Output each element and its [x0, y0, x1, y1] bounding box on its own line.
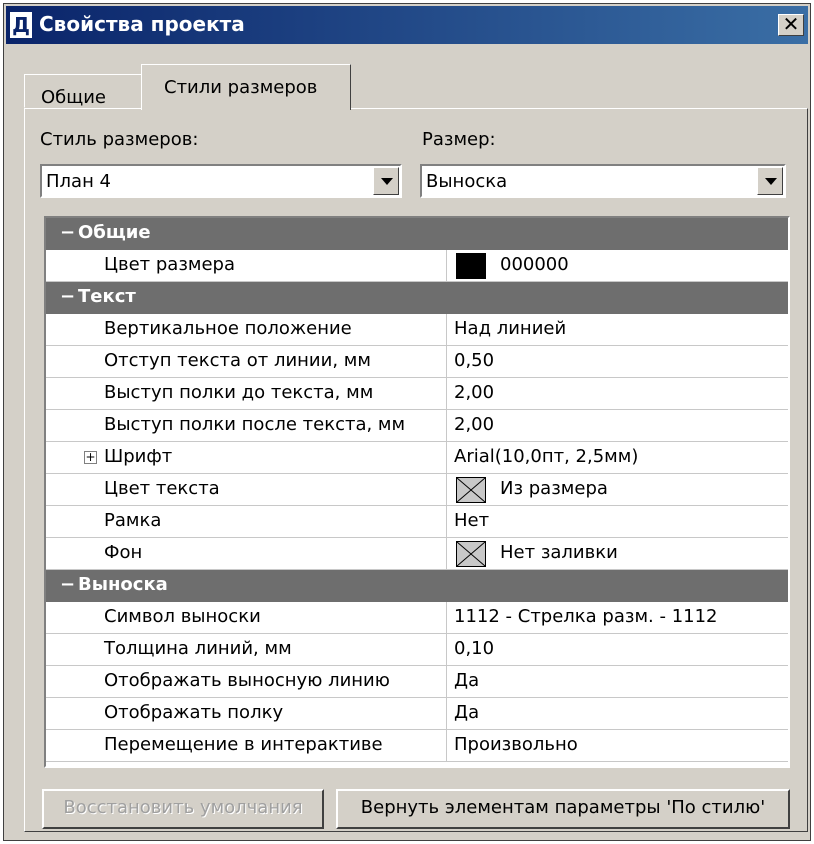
- property-value: 1112 - Стрелка разм. - 1112: [454, 606, 718, 627]
- color-swatch: [456, 253, 486, 279]
- property-name: Рамка: [104, 510, 162, 531]
- property-value: Arial(10,0пт, 2,5мм): [454, 446, 639, 467]
- property-value: 2,00: [454, 414, 495, 435]
- column-divider: [446, 250, 447, 281]
- window-title: Свойства проекта: [39, 12, 245, 36]
- collapse-toggle[interactable]: −: [60, 222, 75, 243]
- column-divider: [446, 506, 447, 537]
- column-divider: [446, 602, 447, 633]
- category-general[interactable]: − Общие: [46, 218, 788, 250]
- property-value: Да: [454, 702, 480, 723]
- dimension-style-label: Стиль размеров:: [40, 129, 199, 150]
- category-leader[interactable]: − Выноска: [46, 570, 788, 602]
- category-title: Текст: [78, 286, 136, 307]
- tab-dimension-styles[interactable]: Стили размеров: [141, 64, 351, 110]
- property-value: 2,00: [454, 382, 495, 403]
- dimension-style-value: План 4: [46, 171, 112, 192]
- tab-general[interactable]: Общие: [24, 74, 142, 108]
- property-value: 0,50: [454, 350, 495, 371]
- property-name: Шрифт: [104, 446, 173, 467]
- property-value: 0,10: [454, 638, 495, 659]
- property-name: Цвет размера: [104, 254, 236, 275]
- property-name: Выступ полки до текста, мм: [104, 382, 374, 403]
- property-row[interactable]: Вертикальное положение Над линией: [46, 314, 788, 346]
- size-value: Выноска: [426, 171, 508, 192]
- column-divider: [446, 410, 447, 441]
- title-bar[interactable]: Д Свойства проекта ✕: [6, 6, 808, 44]
- property-value: Над линией: [454, 318, 567, 339]
- property-name: Перемещение в интерактиве: [104, 734, 383, 755]
- property-row[interactable]: Отступ текста от линии, мм 0,50: [46, 346, 788, 378]
- property-grid[interactable]: − Общие Цвет размера 000000 − Текст Верт…: [44, 216, 790, 768]
- no-fill-icon: [456, 541, 486, 567]
- property-name: Отображать полку: [104, 702, 284, 723]
- property-value: Произвольно: [454, 734, 578, 755]
- property-row[interactable]: Фон Нет заливки: [46, 538, 788, 570]
- property-row[interactable]: Рамка Нет: [46, 506, 788, 538]
- expand-plus-icon[interactable]: +: [84, 451, 97, 464]
- property-value: Нет заливки: [500, 542, 618, 563]
- close-button[interactable]: ✕: [778, 14, 804, 36]
- column-divider: [446, 346, 447, 377]
- column-divider: [446, 442, 447, 473]
- size-label: Размер:: [422, 129, 496, 150]
- property-name: Отображать выносную линию: [104, 670, 390, 691]
- property-row[interactable]: Символ выноски 1112 - Стрелка разм. - 11…: [46, 602, 788, 634]
- column-divider: [446, 634, 447, 665]
- property-row[interactable]: Перемещение в интерактиве Произвольно: [46, 730, 788, 762]
- column-divider: [446, 698, 447, 729]
- property-row[interactable]: Толщина линий, мм 0,10: [46, 634, 788, 666]
- property-row[interactable]: Отображать полку Да: [46, 698, 788, 730]
- property-name: Выступ полки после текста, мм: [104, 414, 406, 435]
- property-name: Толщина линий, мм: [104, 638, 292, 659]
- column-divider: [446, 730, 447, 761]
- property-value: Из размера: [500, 478, 608, 499]
- property-name: Цвет текста: [104, 478, 220, 499]
- property-value: 000000: [500, 254, 569, 275]
- no-color-icon: [456, 477, 486, 503]
- property-value: Да: [454, 670, 480, 691]
- property-row[interactable]: Цвет размера 000000: [46, 250, 788, 282]
- column-divider: [446, 378, 447, 409]
- project-properties-dialog: Д Свойства проекта ✕ Общие Стили размеро…: [3, 3, 811, 841]
- column-divider: [446, 538, 447, 569]
- property-name: Отступ текста от линии, мм: [104, 350, 371, 371]
- property-row[interactable]: Выступ полки до текста, мм 2,00: [46, 378, 788, 410]
- property-row[interactable]: Цвет текста Из размера: [46, 474, 788, 506]
- property-name: Символ выноски: [104, 606, 261, 627]
- restore-defaults-button[interactable]: Восстановить умолчания: [42, 789, 324, 829]
- category-text[interactable]: − Текст: [46, 282, 788, 314]
- return-by-style-button[interactable]: Вернуть элементам параметры 'По стилю': [336, 789, 790, 829]
- column-divider: [446, 314, 447, 345]
- dimension-style-select[interactable]: План 4: [40, 164, 402, 198]
- collapse-toggle[interactable]: −: [60, 574, 75, 595]
- column-divider: [446, 474, 447, 505]
- category-title: Выноска: [78, 574, 168, 595]
- app-icon: Д: [10, 12, 32, 38]
- property-row[interactable]: Выступ полки после текста, мм 2,00: [46, 410, 788, 442]
- property-name: Вертикальное положение: [104, 318, 352, 339]
- column-divider: [446, 666, 447, 697]
- chevron-down-icon[interactable]: [757, 167, 783, 195]
- size-select[interactable]: Выноска: [420, 164, 786, 198]
- property-name: Фон: [104, 542, 143, 563]
- property-row[interactable]: + Шрифт Arial(10,0пт, 2,5мм): [46, 442, 788, 474]
- chevron-down-icon[interactable]: [373, 167, 399, 195]
- property-value: Нет: [454, 510, 490, 531]
- collapse-toggle[interactable]: −: [60, 286, 75, 307]
- property-row[interactable]: Отображать выносную линию Да: [46, 666, 788, 698]
- category-title: Общие: [78, 222, 151, 243]
